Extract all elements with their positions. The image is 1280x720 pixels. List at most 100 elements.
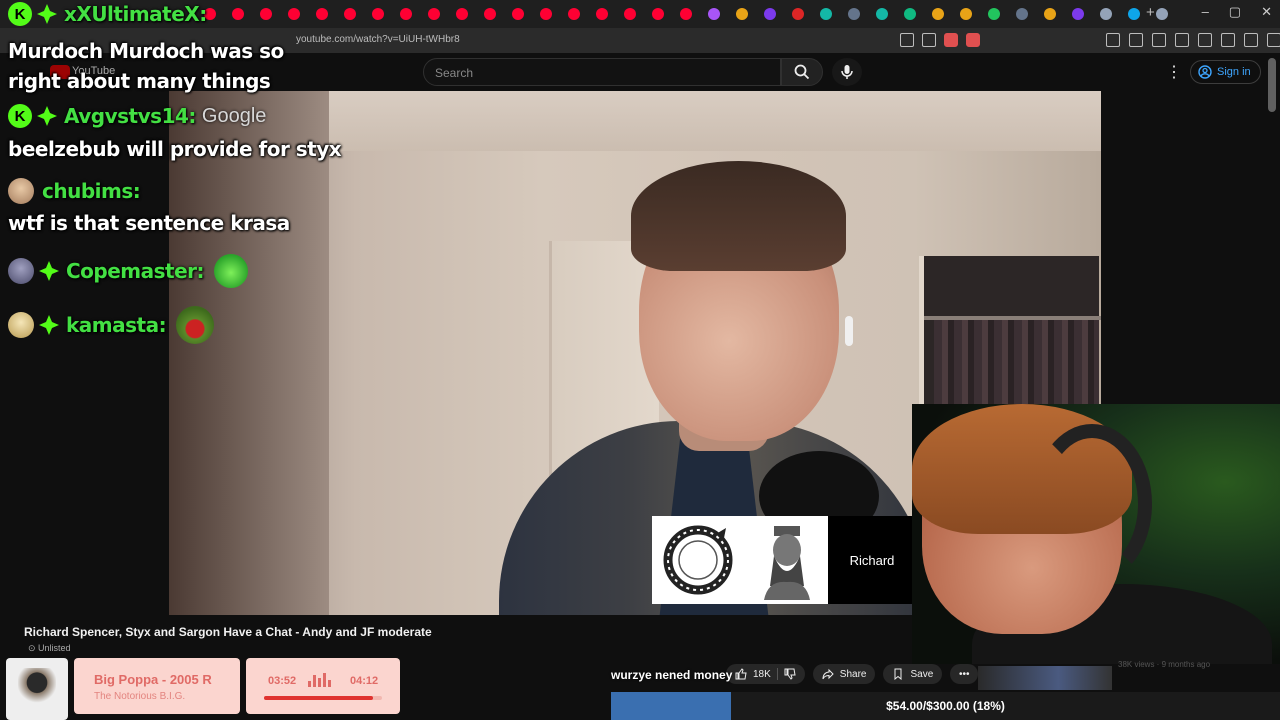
menu-icon[interactable] bbox=[1267, 33, 1280, 47]
favicon-dot bbox=[231, 8, 244, 20]
chat-message: chubims: bbox=[8, 178, 141, 204]
tab-favicon-icon[interactable] bbox=[396, 5, 415, 23]
chat-message-text: Murdoch Murdoch was so right about many … bbox=[8, 39, 284, 93]
bookmark-icon bbox=[894, 668, 902, 680]
extension-icon[interactable] bbox=[1129, 33, 1143, 47]
favicon-dot bbox=[903, 8, 916, 20]
tab-favicon-icon[interactable] bbox=[620, 5, 639, 23]
tab-favicon-icon[interactable] bbox=[452, 5, 471, 23]
share-icon[interactable] bbox=[922, 33, 936, 47]
chat-message-text: wtf is that sentence krasa bbox=[8, 211, 290, 235]
vpn-icon[interactable] bbox=[1244, 33, 1258, 47]
streamer-webcam bbox=[912, 404, 1280, 664]
tab-favicon-icon[interactable] bbox=[228, 5, 247, 23]
tab-favicon-icon[interactable] bbox=[928, 5, 947, 23]
like-button[interactable]: 18K bbox=[726, 664, 805, 684]
tab-favicon-icon[interactable] bbox=[368, 5, 387, 23]
favicon-dot bbox=[763, 8, 776, 20]
screen-cast-icon[interactable] bbox=[900, 33, 914, 47]
tab-favicon-icon[interactable] bbox=[1012, 5, 1031, 23]
tab-favicon-icon[interactable] bbox=[872, 5, 891, 23]
sign-in-label: Sign in bbox=[1217, 66, 1251, 78]
tab-favicon-icon[interactable] bbox=[704, 5, 723, 23]
tab-favicon-icon[interactable] bbox=[1040, 5, 1059, 23]
tab-favicon-icon[interactable] bbox=[1124, 5, 1143, 23]
song-title: Big Poppa - 2005 R bbox=[94, 672, 212, 687]
tab-favicon-icon[interactable] bbox=[816, 5, 835, 23]
favicon-dot bbox=[259, 8, 272, 20]
favicon-dot bbox=[595, 8, 608, 20]
chat-username: kamasta: bbox=[66, 313, 167, 337]
tab-favicon-icon[interactable] bbox=[760, 5, 779, 23]
chat-message: K Avgvstvs14: Google bbox=[8, 104, 266, 128]
search-input[interactable]: Search bbox=[423, 58, 781, 86]
laughing-emote-icon bbox=[214, 254, 249, 288]
search-placeholder: Search bbox=[435, 66, 474, 80]
tab-favicon-icon[interactable] bbox=[508, 5, 527, 23]
favicon-dot bbox=[791, 8, 804, 20]
minimize-button[interactable]: – bbox=[1202, 4, 1209, 20]
tab-favicon-icon[interactable] bbox=[984, 5, 1003, 23]
video-title: Richard Spencer, Styx and Sargon Have a … bbox=[24, 625, 432, 639]
close-window-button[interactable]: ✕ bbox=[1261, 4, 1272, 20]
tab-favicon-icon[interactable] bbox=[480, 5, 499, 23]
tab-favicon-icon[interactable] bbox=[284, 5, 303, 23]
tab-icons bbox=[200, 5, 1171, 23]
tab-favicon-icon[interactable] bbox=[536, 5, 555, 23]
share-label: Share bbox=[839, 668, 867, 680]
album-art bbox=[6, 658, 68, 720]
favicon-dot bbox=[707, 8, 720, 20]
tab-favicon-icon[interactable] bbox=[564, 5, 583, 23]
extension-icon[interactable] bbox=[1106, 33, 1120, 47]
headphones-icon bbox=[1032, 424, 1152, 584]
google-label: Google bbox=[201, 104, 267, 127]
tab-favicon-icon[interactable] bbox=[788, 5, 807, 23]
chat-message: K xXUltimateX: bbox=[8, 2, 207, 26]
tab-favicon-icon[interactable] bbox=[648, 5, 667, 23]
sign-in-button[interactable]: Sign in bbox=[1190, 60, 1261, 84]
save-button[interactable]: Save bbox=[883, 664, 943, 684]
search-button[interactable] bbox=[781, 58, 823, 86]
more-actions-button[interactable]: ••• bbox=[950, 664, 979, 684]
sidebar-icon[interactable] bbox=[1175, 33, 1189, 47]
recommended-thumbnail[interactable] bbox=[978, 666, 1112, 690]
thumbs-down-icon[interactable] bbox=[784, 668, 796, 680]
equalizer-icon bbox=[308, 673, 331, 687]
tab-favicon-icon[interactable] bbox=[732, 5, 751, 23]
favicon-dot bbox=[343, 8, 356, 20]
maximize-button[interactable]: ▢ bbox=[1229, 4, 1241, 20]
favicon-dot bbox=[1127, 8, 1140, 20]
brave-shield-icon[interactable] bbox=[944, 33, 958, 47]
share-button[interactable]: Share bbox=[812, 664, 876, 684]
favicon-dot bbox=[1015, 8, 1028, 20]
page-scrollbar[interactable] bbox=[1268, 58, 1276, 112]
chat-message-text: beelzebub will provide for styx bbox=[8, 137, 342, 161]
tab-favicon-icon[interactable] bbox=[844, 5, 863, 23]
tab-favicon-icon[interactable] bbox=[340, 5, 359, 23]
music-icon[interactable] bbox=[1152, 33, 1166, 47]
tab-favicon-icon[interactable] bbox=[900, 5, 919, 23]
tab-favicon-icon[interactable] bbox=[676, 5, 695, 23]
extension-icon[interactable] bbox=[1221, 33, 1235, 47]
tab-favicon-icon[interactable] bbox=[256, 5, 275, 23]
favicon-dot bbox=[819, 8, 832, 20]
more-options-icon[interactable]: ⋮ bbox=[1166, 62, 1182, 82]
voice-search-button[interactable] bbox=[832, 58, 862, 86]
new-tab-button[interactable]: + bbox=[1146, 4, 1155, 21]
wallet-icon[interactable] bbox=[1198, 33, 1212, 47]
like-count: 18K bbox=[753, 668, 771, 680]
duration: 04:12 bbox=[350, 675, 379, 687]
tab-favicon-icon[interactable] bbox=[1096, 5, 1115, 23]
favicon-dot bbox=[1099, 8, 1112, 20]
tab-favicon-icon[interactable] bbox=[424, 5, 443, 23]
speaker-figure bbox=[631, 161, 846, 271]
screaming-frog-emote-icon bbox=[176, 306, 215, 344]
tab-favicon-icon[interactable] bbox=[312, 5, 331, 23]
microphone-icon bbox=[841, 65, 853, 79]
earbud-icon bbox=[845, 316, 853, 346]
tab-favicon-icon[interactable] bbox=[1068, 5, 1087, 23]
favicon-dot bbox=[455, 8, 468, 20]
tab-favicon-icon[interactable] bbox=[956, 5, 975, 23]
brave-rewards-icon[interactable] bbox=[966, 33, 980, 47]
tab-favicon-icon[interactable] bbox=[592, 5, 611, 23]
